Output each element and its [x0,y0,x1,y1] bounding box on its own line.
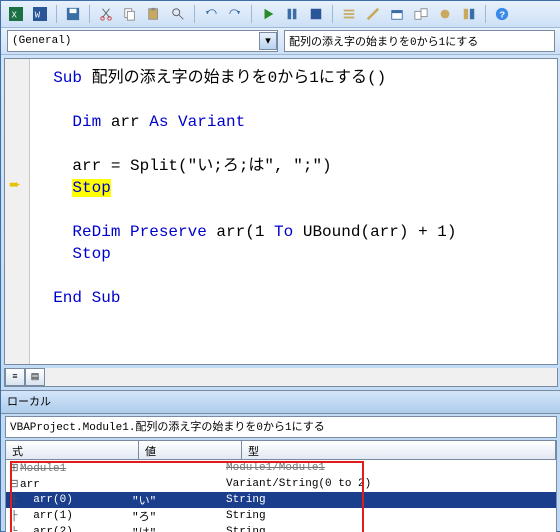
stop-icon[interactable] [305,3,327,25]
procedure-dropdown[interactable]: 配列の添え字の始まりを0から1にする [284,30,555,52]
svg-text:X: X [12,11,18,21]
step-icon[interactable] [338,3,360,25]
word-icon[interactable]: W [29,3,51,25]
pause-icon[interactable] [281,3,303,25]
object-dropdown-text: (General) [12,35,71,47]
tool1-icon[interactable] [386,3,408,25]
breakpoint-highlight: Stop [72,179,110,197]
header-val[interactable]: 値 [139,441,242,459]
current-line-arrow: ➨ [9,177,21,194]
redo-icon[interactable] [224,3,246,25]
locals-row[interactable]: ├ arr(0)"い"String [6,492,556,508]
full-view-button[interactable]: ▤ [25,368,45,386]
locals-panel: 式 値 型 ⊞Module1Module1/Module1⊟arrVariant… [5,440,557,532]
header-type[interactable]: 型 [242,441,556,459]
help-icon[interactable]: ? [491,3,513,25]
object-dropdown[interactable]: (General) ▾ [7,30,278,52]
cut-icon[interactable] [95,3,117,25]
locals-title: ローカル [1,390,560,414]
copy-icon[interactable] [119,3,141,25]
play-icon[interactable] [257,3,279,25]
toggle-icon[interactable] [362,3,384,25]
code-content[interactable]: Sub 配列の添え字の始まりを0から1にする() Dim arr As Vari… [30,59,557,364]
locals-row[interactable]: └ arr(2)"は"String [6,524,556,532]
excel-icon[interactable]: X [5,3,27,25]
header-expr[interactable]: 式 [6,441,139,459]
view-switcher: ≡ ▤ [4,368,558,387]
locals-row[interactable]: ⊟arrVariant/String(0 to 2) [6,476,556,492]
svg-text:W: W [35,11,41,21]
tool2-icon[interactable] [410,3,432,25]
toolbar: X W ? [1,1,560,28]
find-icon[interactable] [167,3,189,25]
tool3-icon[interactable] [434,3,456,25]
procedure-dropdown-text: 配列の添え字の始まりを0から1にする [289,33,478,49]
tool4-icon[interactable] [458,3,480,25]
locals-header: 式 値 型 [6,441,556,460]
gutter: ➨ [5,59,30,364]
code-editor[interactable]: ➨ Sub 配列の添え字の始まりを0から1にする() Dim arr As Va… [4,58,558,365]
svg-text:?: ? [499,10,505,21]
chevron-down-icon[interactable]: ▾ [259,32,277,50]
save-icon[interactable] [62,3,84,25]
locals-row[interactable]: ├ arr(1)"ろ"String [6,508,556,524]
context-box[interactable]: VBAProject.Module1.配列の添え字の始まりを0から1にする [5,416,557,438]
undo-icon[interactable] [200,3,222,25]
locals-row[interactable]: ⊞Module1Module1/Module1 [6,460,556,476]
proc-view-button[interactable]: ≡ [5,368,25,386]
paste-icon[interactable] [143,3,165,25]
